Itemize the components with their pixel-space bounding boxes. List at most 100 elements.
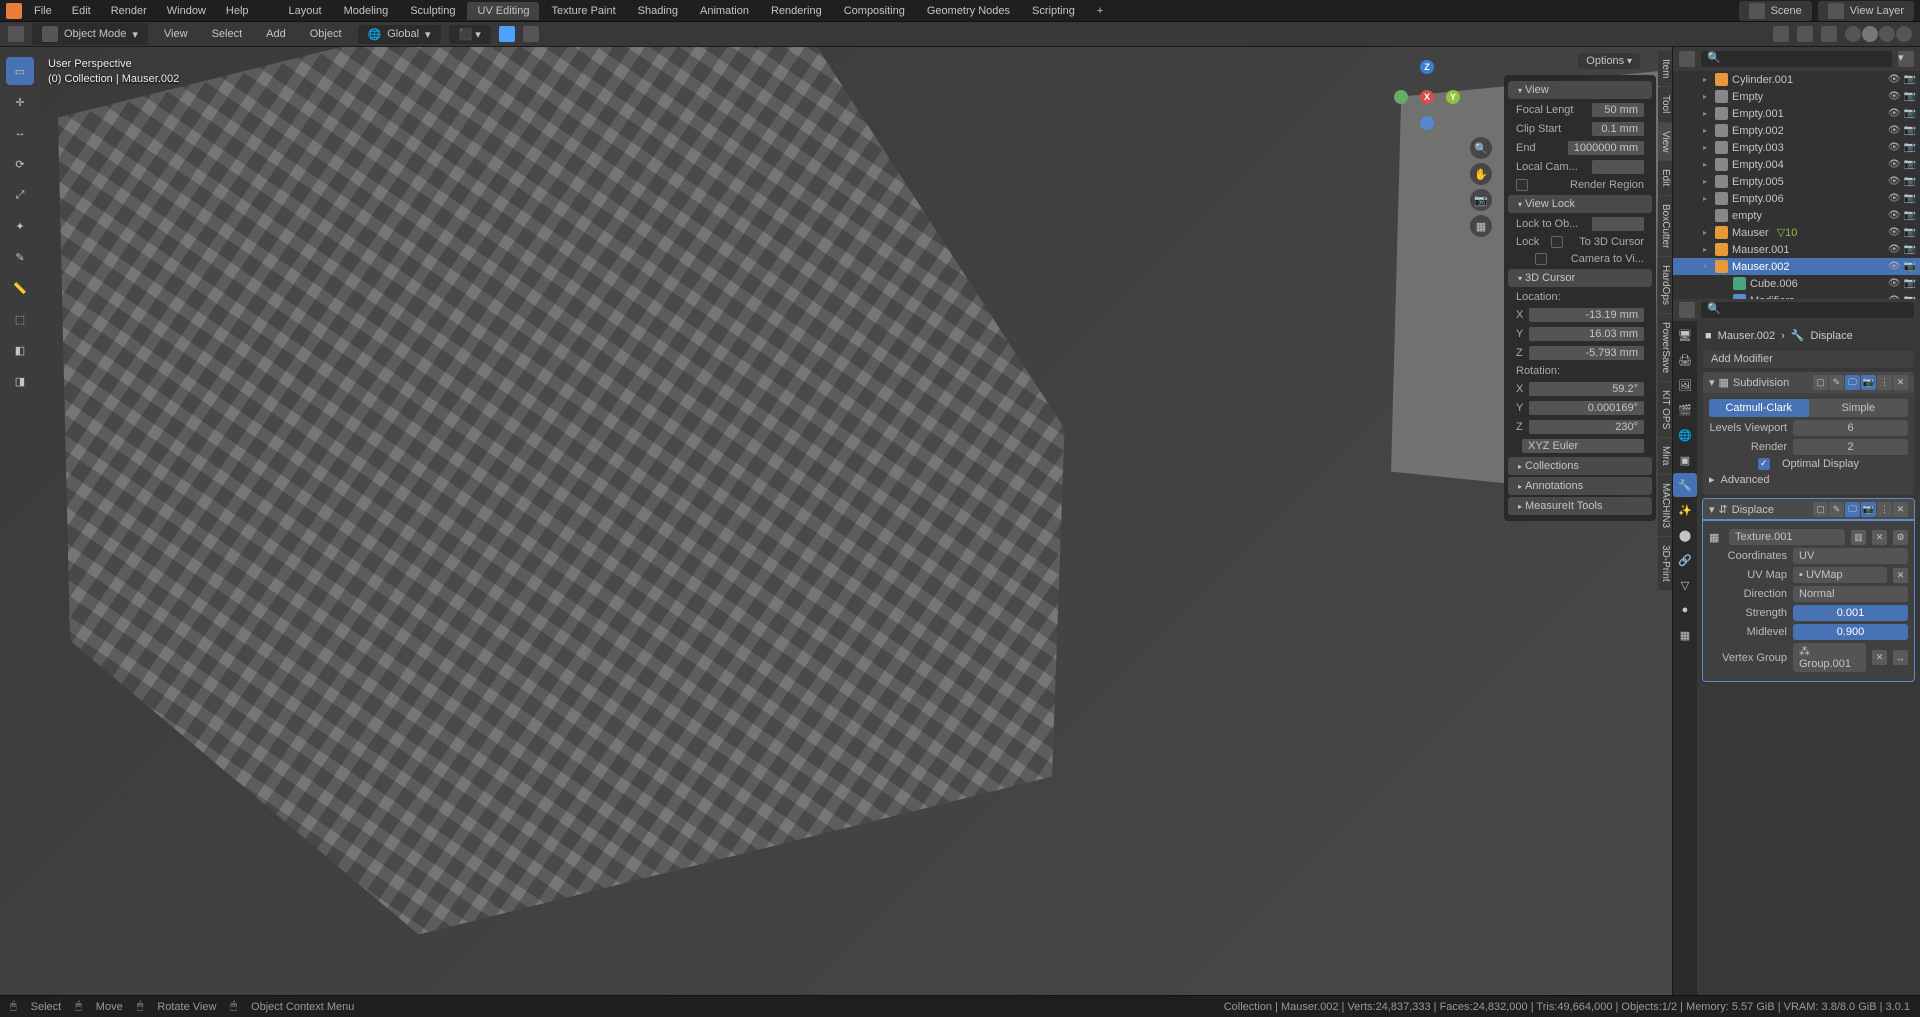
rot-x[interactable]: 59.2° — [1529, 382, 1644, 396]
3d-viewport[interactable]: User Perspective (0) Collection | Mauser… — [0, 47, 1672, 995]
hdr-view[interactable]: View — [156, 25, 196, 43]
add-modifier-button[interactable]: Add Modifier — [1703, 350, 1914, 368]
ptab-particles[interactable]: ✨ — [1673, 498, 1697, 522]
vtab-hardops[interactable]: HardOps — [1658, 257, 1672, 313]
vtab-view[interactable]: View — [1658, 123, 1672, 161]
outliner-row-empty-001[interactable]: ▸ Empty.001 👁📷 — [1673, 105, 1920, 122]
outliner-row-empty-002[interactable]: ▸ Empty.002 👁📷 — [1673, 122, 1920, 139]
ptab-texture[interactable]: ▦ — [1673, 623, 1697, 647]
ws-rendering[interactable]: Rendering — [761, 2, 832, 20]
hdr-select[interactable]: Select — [204, 25, 251, 43]
ptab-modifiers[interactable]: 🔧 — [1673, 473, 1697, 497]
annotations-section[interactable]: Annotations — [1508, 477, 1652, 495]
outliner-row-empty-004[interactable]: ▸ Empty.004 👁📷 — [1673, 156, 1920, 173]
subdiv-render-icon[interactable]: 📷 — [1861, 375, 1876, 390]
vtab-item[interactable]: Item — [1658, 51, 1672, 86]
vtab-mira[interactable]: Mira — [1658, 438, 1672, 473]
ws-add[interactable]: + — [1087, 2, 1113, 20]
persp-icon[interactable]: ▦ — [1470, 215, 1492, 237]
menu-help[interactable]: Help — [218, 2, 257, 20]
wireframe-shading-icon[interactable] — [1845, 26, 1861, 42]
vtab-3dprint[interactable]: 3D-Print — [1658, 537, 1672, 590]
outliner-row-empty-003[interactable]: ▸ Empty.003 👁📷 — [1673, 139, 1920, 156]
rotation-mode[interactable]: XYZ Euler — [1522, 439, 1644, 453]
loc-x[interactable]: -13.19 mm — [1529, 308, 1644, 322]
measureit-section[interactable]: MeasureIt Tools — [1508, 497, 1652, 515]
extra-tool-1[interactable]: ◧ — [6, 336, 34, 364]
outliner-row-cube-006[interactable]: Cube.006 👁📷 — [1673, 275, 1920, 292]
matprev-shading-icon[interactable] — [1879, 26, 1895, 42]
axis-neg[interactable] — [1394, 90, 1408, 104]
ptab-output[interactable]: 🖨 — [1673, 348, 1697, 372]
props-mode-icon[interactable] — [1679, 302, 1695, 318]
vtab-powersave[interactable]: PowerSave — [1658, 314, 1672, 381]
camera-icon[interactable]: 📷 — [1470, 189, 1492, 211]
ws-geonodes[interactable]: Geometry Nodes — [917, 2, 1020, 20]
clipstart-value[interactable]: 0.1 mm — [1592, 122, 1644, 136]
strength-value[interactable]: 0.001 — [1793, 605, 1908, 621]
advanced-toggle[interactable]: Advanced — [1721, 474, 1770, 486]
scene-selector[interactable]: Scene — [1739, 1, 1812, 21]
annotate-tool[interactable]: ✎ — [6, 243, 34, 271]
viewlock-section[interactable]: View Lock — [1508, 195, 1652, 213]
nav-gizmo[interactable]: Z Y X — [1392, 62, 1462, 132]
zoom-icon[interactable]: 🔍 — [1470, 137, 1492, 159]
pan-icon[interactable]: ✋ — [1470, 163, 1492, 185]
orientation-dropdown[interactable]: 🌐 Global ▾ — [358, 25, 441, 44]
ptab-material[interactable]: ● — [1673, 598, 1697, 622]
displace-close-icon[interactable]: ✕ — [1893, 502, 1908, 517]
displace-texture[interactable]: Texture.001 — [1729, 529, 1845, 545]
snap-icon[interactable] — [523, 26, 539, 42]
transform-tool[interactable]: ✦ — [6, 212, 34, 240]
direction-value[interactable]: Normal — [1793, 586, 1908, 602]
locktoob-field[interactable] — [1592, 217, 1644, 231]
axis-x[interactable]: X — [1420, 90, 1434, 104]
props-search[interactable]: 🔍 — [1701, 302, 1914, 318]
subdiv-edit-icon[interactable]: ✎ — [1829, 375, 1844, 390]
simple-button[interactable]: Simple — [1809, 399, 1909, 417]
uvmap-clear-icon[interactable]: ✕ — [1893, 568, 1908, 583]
localcam-field[interactable] — [1592, 160, 1644, 174]
overlay-toggle-icon[interactable] — [1797, 26, 1813, 42]
axis-z[interactable]: Z — [1420, 60, 1434, 74]
levels-viewport-value[interactable]: 6 — [1793, 420, 1908, 436]
menu-file[interactable]: File — [26, 2, 60, 20]
outliner-row-modifiers[interactable]: ▸ Modifiers 👁📷 — [1673, 292, 1920, 299]
hdr-add[interactable]: Add — [258, 25, 294, 43]
clipend-value[interactable]: 1000000 mm — [1568, 141, 1644, 155]
solid-shading-icon[interactable] — [1862, 26, 1878, 42]
uvmap-value[interactable]: ▪ UVMap — [1793, 567, 1887, 583]
outliner-search[interactable]: 🔍 — [1701, 51, 1892, 67]
loc-z[interactable]: -5.793 mm — [1529, 346, 1644, 360]
hdr-object[interactable]: Object — [302, 25, 350, 43]
displace-header[interactable]: ▾⇵Displace ▢ ✎ 🖵 📷 ⋮ ✕ — [1703, 499, 1914, 520]
displace-display-icon[interactable]: 🖵 — [1845, 502, 1860, 517]
outliner-row-cylinder-001[interactable]: ▸ Cylinder.001 👁📷 — [1673, 71, 1920, 88]
scale-tool[interactable]: ⤢ — [6, 181, 34, 209]
vg-clear-icon[interactable]: ✕ — [1872, 650, 1887, 665]
subdiv-menu-icon[interactable]: ⋮ — [1877, 375, 1892, 390]
ptab-world[interactable]: 🌐 — [1673, 423, 1697, 447]
extra-tool-2[interactable]: ◨ — [6, 367, 34, 395]
ptab-data[interactable]: ▽ — [1673, 573, 1697, 597]
vtab-boxcutter[interactable]: BoxCutter — [1658, 196, 1672, 256]
outliner-row-mauser-002[interactable]: ▾ Mauser.002 👁📷 — [1673, 258, 1920, 275]
menu-render[interactable]: Render — [103, 2, 155, 20]
gizmo-toggle-icon[interactable] — [1773, 26, 1789, 42]
ws-sculpting[interactable]: Sculpting — [400, 2, 465, 20]
rot-y[interactable]: 0.000169° — [1529, 401, 1644, 415]
select-box-tool[interactable]: ▭ — [6, 57, 34, 85]
ptab-scene[interactable]: 🎬 — [1673, 398, 1697, 422]
collections-section[interactable]: Collections — [1508, 457, 1652, 475]
to3d-check[interactable] — [1551, 236, 1563, 248]
vtab-edit[interactable]: Edit — [1658, 161, 1672, 194]
ptab-viewlayer[interactable]: 🖼 — [1673, 373, 1697, 397]
menu-window[interactable]: Window — [159, 2, 214, 20]
vtab-kitops[interactable]: KIT OPS — [1658, 382, 1672, 437]
proportional-edit-icon[interactable] — [499, 26, 515, 42]
midlevel-value[interactable]: 0.900 — [1793, 624, 1908, 640]
addcube-tool[interactable]: ⬚ — [6, 305, 34, 333]
cursor-tool[interactable]: ✛ — [6, 88, 34, 116]
ptab-object[interactable]: ▣ — [1673, 448, 1697, 472]
displace-menu-icon[interactable]: ⋮ — [1877, 502, 1892, 517]
